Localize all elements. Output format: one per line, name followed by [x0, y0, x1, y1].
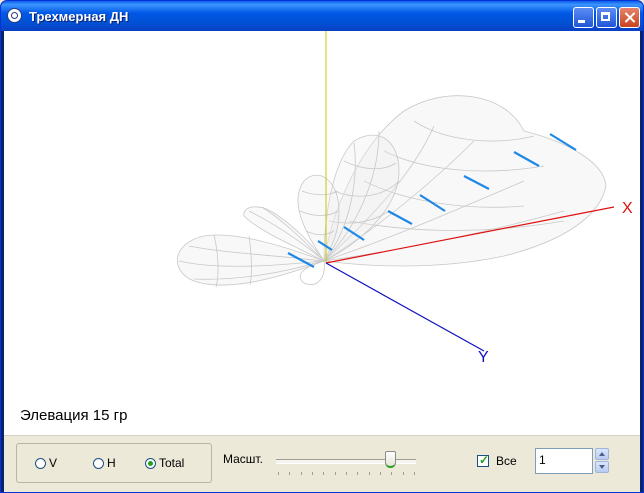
title-bar[interactable]: Трехмерная ДН	[1, 1, 643, 31]
slider-tick	[334, 472, 336, 475]
slider-tick	[402, 472, 404, 475]
y-axis	[325, 262, 485, 352]
scale-slider[interactable]	[274, 448, 418, 476]
control-panel: V H Total Масшт. ✓ Все 1	[4, 435, 640, 492]
spin-input[interactable]: 1	[535, 448, 593, 474]
polarization-group: V H Total	[16, 443, 212, 483]
y-axis-label: Y	[478, 349, 489, 366]
radio-h-label: H	[107, 456, 116, 470]
check-icon: ✓	[479, 453, 490, 467]
all-checkbox[interactable]: ✓	[477, 453, 490, 467]
spin-up-button[interactable]	[595, 448, 609, 460]
slider-ticks	[278, 472, 415, 475]
spin-down-button[interactable]	[595, 461, 609, 473]
pattern-3d-viewport[interactable]: X Y Элевация 15 гр	[4, 31, 640, 435]
radio-total-label: Total	[159, 456, 185, 470]
slider-tick	[357, 472, 359, 475]
elevation-label: Элевация 15 гр	[20, 407, 128, 424]
app-icon	[7, 8, 22, 23]
radio-h-circle[interactable]	[93, 458, 104, 469]
all-checkbox-label: Все	[496, 454, 517, 468]
slider-tick	[312, 472, 313, 475]
minimize-button[interactable]	[573, 7, 594, 28]
slider-tick	[289, 472, 291, 475]
radiation-pattern-mesh	[177, 95, 607, 288]
slider-tick	[368, 472, 370, 475]
radio-total-circle[interactable]	[145, 458, 156, 469]
radio-v[interactable]: V	[35, 456, 57, 470]
radio-h[interactable]: H	[93, 456, 116, 470]
client-area: X Y Элевация 15 гр V H Total Масшт. ✓ Вс…	[4, 31, 640, 492]
slider-tick	[278, 472, 279, 475]
radio-v-label: V	[49, 456, 58, 470]
x-axis-label: X	[622, 200, 633, 217]
slider-tick	[300, 472, 302, 475]
pattern-3d-canvas: X Y	[177, 31, 633, 366]
radio-total[interactable]: Total	[145, 456, 184, 470]
app-window: Трехмерная ДН X Y Элевация 15 гр V H Tot…	[0, 0, 644, 493]
maximize-button[interactable]	[596, 7, 617, 28]
scale-label: Масшт.	[223, 452, 263, 466]
slider-thumb[interactable]	[385, 451, 396, 468]
close-button[interactable]	[619, 7, 640, 28]
window-title: Трехмерная ДН	[29, 9, 129, 24]
slider-tick	[414, 472, 415, 475]
slider-tick	[323, 472, 325, 475]
slider-tick	[391, 472, 393, 475]
radio-v-circle[interactable]	[35, 458, 46, 469]
slider-tick	[346, 472, 347, 475]
slider-tick	[380, 472, 381, 475]
